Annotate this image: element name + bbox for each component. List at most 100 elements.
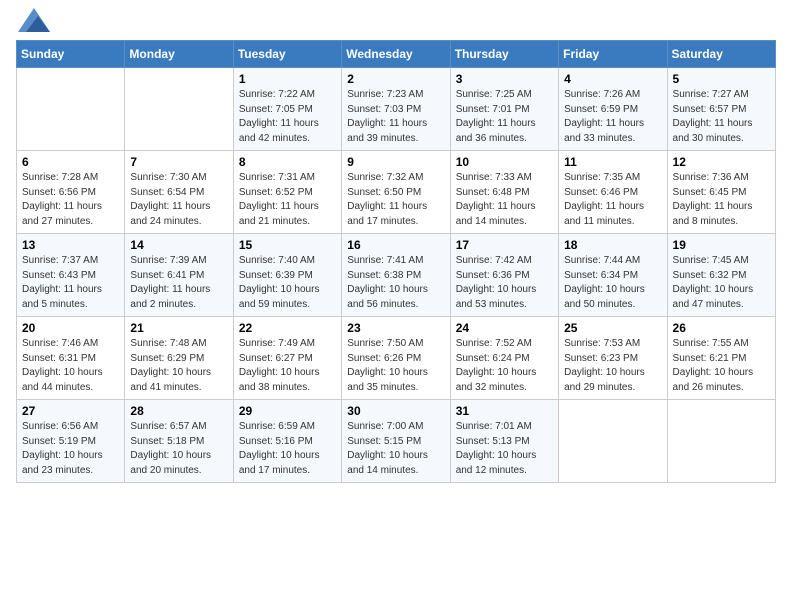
- day-info: Sunrise: 6:59 AM Sunset: 5:16 PM Dayligh…: [239, 420, 336, 478]
- day-info: Sunrise: 7:46 AM Sunset: 6:31 PM Dayligh…: [22, 337, 119, 395]
- calendar-cell: 24 Sunrise: 7:52 AM Sunset: 6:24 PM Dayli…: [450, 317, 558, 400]
- calendar-cell: 16 Sunrise: 7:41 AM Sunset: 6:38 PM Dayli…: [342, 234, 450, 317]
- day-number: 28: [130, 404, 227, 418]
- calendar-cell: 25 Sunrise: 7:53 AM Sunset: 6:23 PM Dayli…: [559, 317, 667, 400]
- day-number: 8: [239, 155, 336, 169]
- calendar-cell: 8Sunrise: 7:31 AM Sunset: 6:52 PM Daylig…: [233, 151, 341, 234]
- day-number: 20: [22, 321, 119, 335]
- calendar-cell: 30Sunrise: 7:00 AM Sunset: 5:15 PM Dayli…: [342, 400, 450, 483]
- day-number: 18: [564, 238, 661, 252]
- calendar-cell: 21 Sunrise: 7:48 AM Sunset: 6:29 PM Dayli…: [125, 317, 233, 400]
- day-info: Sunrise: 7:52 AM Sunset: 6:24 PM Dayligh…: [456, 337, 553, 395]
- day-number: 2: [347, 72, 444, 86]
- calendar-cell: 22 Sunrise: 7:49 AM Sunset: 6:27 PM Dayli…: [233, 317, 341, 400]
- column-header-friday: Friday: [559, 41, 667, 68]
- day-info: Sunrise: 7:50 AM Sunset: 6:26 PM Dayligh…: [347, 337, 444, 395]
- calendar-cell: 11Sunrise: 7:35 AM Sunset: 6:46 PM Dayli…: [559, 151, 667, 234]
- calendar-cell: 10 Sunrise: 7:33 AM Sunset: 6:48 PM Dayli…: [450, 151, 558, 234]
- day-info: Sunrise: 7:00 AM Sunset: 5:15 PM Dayligh…: [347, 420, 444, 478]
- calendar-cell: 14 Sunrise: 7:39 AM Sunset: 6:41 PM Dayli…: [125, 234, 233, 317]
- calendar-cell: 26Sunrise: 7:55 AM Sunset: 6:21 PM Dayli…: [667, 317, 775, 400]
- calendar-cell: 23 Sunrise: 7:50 AM Sunset: 6:26 PM Dayli…: [342, 317, 450, 400]
- calendar-week-3: 13Sunrise: 7:37 AM Sunset: 6:43 PM Dayli…: [17, 234, 776, 317]
- calendar-cell: 1 Sunrise: 7:22 AM Sunset: 7:05 PM Daylig…: [233, 68, 341, 151]
- day-number: 31: [456, 404, 553, 418]
- column-header-wednesday: Wednesday: [342, 41, 450, 68]
- calendar-cell: [125, 68, 233, 151]
- day-number: 29: [239, 404, 336, 418]
- day-info: Sunrise: 6:57 AM Sunset: 5:18 PM Dayligh…: [130, 420, 227, 478]
- day-number: 24: [456, 321, 553, 335]
- day-info: Sunrise: 7:49 AM Sunset: 6:27 PM Dayligh…: [239, 337, 336, 395]
- day-info: Sunrise: 7:40 AM Sunset: 6:39 PM Dayligh…: [239, 254, 336, 312]
- day-number: 1: [239, 72, 336, 86]
- day-info: Sunrise: 7:33 AM Sunset: 6:48 PM Dayligh…: [456, 171, 553, 229]
- calendar-cell: 13Sunrise: 7:37 AM Sunset: 6:43 PM Dayli…: [17, 234, 125, 317]
- day-number: 17: [456, 238, 553, 252]
- day-info: Sunrise: 7:41 AM Sunset: 6:38 PM Dayligh…: [347, 254, 444, 312]
- calendar-cell: 19 Sunrise: 7:45 AM Sunset: 6:32 PM Dayli…: [667, 234, 775, 317]
- calendar-cell: [559, 400, 667, 483]
- day-info: Sunrise: 7:32 AM Sunset: 6:50 PM Dayligh…: [347, 171, 444, 229]
- day-number: 19: [673, 238, 770, 252]
- calendar-cell: 27 Sunrise: 6:56 AM Sunset: 5:19 PM Dayli…: [17, 400, 125, 483]
- calendar-cell: 12 Sunrise: 7:36 AM Sunset: 6:45 PM Dayli…: [667, 151, 775, 234]
- calendar-cell: 5 Sunrise: 7:27 AM Sunset: 6:57 PM Daylig…: [667, 68, 775, 151]
- day-info: Sunrise: 7:01 AM Sunset: 5:13 PM Dayligh…: [456, 420, 553, 478]
- day-info: Sunrise: 7:45 AM Sunset: 6:32 PM Dayligh…: [673, 254, 770, 312]
- calendar-week-1: 1 Sunrise: 7:22 AM Sunset: 7:05 PM Daylig…: [17, 68, 776, 151]
- day-info: Sunrise: 7:42 AM Sunset: 6:36 PM Dayligh…: [456, 254, 553, 312]
- day-info: Sunrise: 7:27 AM Sunset: 6:57 PM Dayligh…: [673, 88, 770, 146]
- day-number: 14: [130, 238, 227, 252]
- day-number: 7: [130, 155, 227, 169]
- calendar-cell: 4Sunrise: 7:26 AM Sunset: 6:59 PM Daylig…: [559, 68, 667, 151]
- page-header: [16, 16, 776, 32]
- logo-icon: [18, 8, 50, 32]
- day-number: 16: [347, 238, 444, 252]
- day-number: 12: [673, 155, 770, 169]
- calendar-header-row: SundayMondayTuesdayWednesdayThursdayFrid…: [17, 41, 776, 68]
- day-number: 25: [564, 321, 661, 335]
- logo: [16, 16, 50, 32]
- calendar-week-2: 6 Sunrise: 7:28 AM Sunset: 6:56 PM Daylig…: [17, 151, 776, 234]
- day-info: Sunrise: 7:39 AM Sunset: 6:41 PM Dayligh…: [130, 254, 227, 312]
- day-info: Sunrise: 7:53 AM Sunset: 6:23 PM Dayligh…: [564, 337, 661, 395]
- day-info: Sunrise: 7:55 AM Sunset: 6:21 PM Dayligh…: [673, 337, 770, 395]
- day-number: 21: [130, 321, 227, 335]
- calendar-week-4: 20 Sunrise: 7:46 AM Sunset: 6:31 PM Dayli…: [17, 317, 776, 400]
- calendar-cell: 31 Sunrise: 7:01 AM Sunset: 5:13 PM Dayli…: [450, 400, 558, 483]
- day-number: 27: [22, 404, 119, 418]
- day-info: Sunrise: 7:36 AM Sunset: 6:45 PM Dayligh…: [673, 171, 770, 229]
- calendar-cell: 2 Sunrise: 7:23 AM Sunset: 7:03 PM Daylig…: [342, 68, 450, 151]
- column-header-tuesday: Tuesday: [233, 41, 341, 68]
- day-info: Sunrise: 7:44 AM Sunset: 6:34 PM Dayligh…: [564, 254, 661, 312]
- day-info: Sunrise: 6:56 AM Sunset: 5:19 PM Dayligh…: [22, 420, 119, 478]
- column-header-monday: Monday: [125, 41, 233, 68]
- calendar-cell: 9 Sunrise: 7:32 AM Sunset: 6:50 PM Daylig…: [342, 151, 450, 234]
- column-header-thursday: Thursday: [450, 41, 558, 68]
- day-info: Sunrise: 7:22 AM Sunset: 7:05 PM Dayligh…: [239, 88, 336, 146]
- day-info: Sunrise: 7:48 AM Sunset: 6:29 PM Dayligh…: [130, 337, 227, 395]
- day-number: 3: [456, 72, 553, 86]
- day-number: 15: [239, 238, 336, 252]
- day-number: 23: [347, 321, 444, 335]
- calendar-table: SundayMondayTuesdayWednesdayThursdayFrid…: [16, 40, 776, 483]
- day-info: Sunrise: 7:30 AM Sunset: 6:54 PM Dayligh…: [130, 171, 227, 229]
- day-number: 13: [22, 238, 119, 252]
- day-number: 22: [239, 321, 336, 335]
- day-number: 9: [347, 155, 444, 169]
- column-header-saturday: Saturday: [667, 41, 775, 68]
- day-number: 10: [456, 155, 553, 169]
- column-header-sunday: Sunday: [17, 41, 125, 68]
- calendar-cell: 17 Sunrise: 7:42 AM Sunset: 6:36 PM Dayli…: [450, 234, 558, 317]
- day-info: Sunrise: 7:26 AM Sunset: 6:59 PM Dayligh…: [564, 88, 661, 146]
- day-number: 6: [22, 155, 119, 169]
- day-info: Sunrise: 7:28 AM Sunset: 6:56 PM Dayligh…: [22, 171, 119, 229]
- day-number: 5: [673, 72, 770, 86]
- calendar-cell: 18 Sunrise: 7:44 AM Sunset: 6:34 PM Dayli…: [559, 234, 667, 317]
- calendar-cell: 7 Sunrise: 7:30 AM Sunset: 6:54 PM Daylig…: [125, 151, 233, 234]
- calendar-cell: [17, 68, 125, 151]
- day-info: Sunrise: 7:35 AM Sunset: 6:46 PM Dayligh…: [564, 171, 661, 229]
- day-info: Sunrise: 7:23 AM Sunset: 7:03 PM Dayligh…: [347, 88, 444, 146]
- calendar-cell: 28 Sunrise: 6:57 AM Sunset: 5:18 PM Dayli…: [125, 400, 233, 483]
